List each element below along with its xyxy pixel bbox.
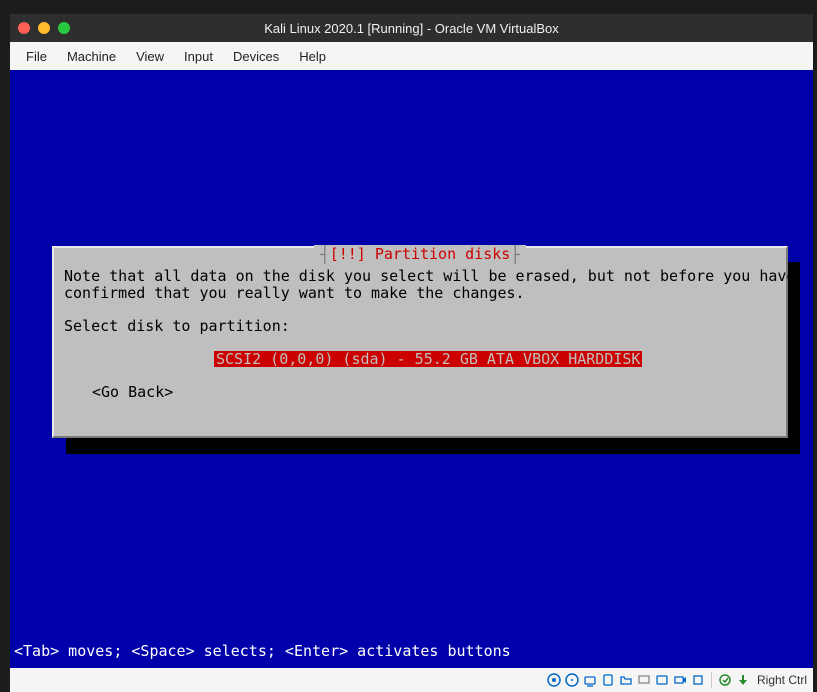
blank-line-1 [64,301,776,318]
shared-folder-icon[interactable] [618,672,634,688]
note-line-2: confirmed that you really want to make t… [64,285,776,302]
close-icon[interactable] [18,22,30,34]
menu-devices[interactable]: Devices [225,45,287,68]
window-title: Kali Linux 2020.1 [Running] - Oracle VM … [10,21,813,36]
prompt-line: Select disk to partition: [64,318,776,335]
window-controls [18,22,70,34]
blank-line-2 [64,334,776,351]
virtualbox-window: Kali Linux 2020.1 [Running] - Oracle VM … [10,14,813,692]
usb-icon[interactable] [600,672,616,688]
dialog-body: Note that all data on the disk you selec… [64,268,776,400]
menu-help[interactable]: Help [291,45,334,68]
menu-bar: File Machine View Input Devices Help [10,42,813,70]
network-icon[interactable] [582,672,598,688]
menu-input[interactable]: Input [176,45,221,68]
disk-option-row: SCSI2 (0,0,0) (sda) - 55.2 GB ATA VBOX H… [64,351,776,368]
maximize-icon[interactable] [58,22,70,34]
dialog-title-row: ┤ [!!] Partition disks ├ [54,246,786,262]
blank-line-3 [64,367,776,384]
minimize-icon[interactable] [38,22,50,34]
mouse-integration-icon[interactable] [717,672,733,688]
hint-bar: <Tab> moves; <Space> selects; <Enter> ac… [10,640,813,668]
hard-disk-icon[interactable] [546,672,562,688]
keyboard-icon[interactable] [735,672,751,688]
go-back-button[interactable]: <Go Back> [92,384,776,401]
menu-view[interactable]: View [128,45,172,68]
vm-display[interactable]: ┤ [!!] Partition disks ├ Note that all d… [10,70,813,668]
note-line-1: Note that all data on the disk you selec… [64,268,776,285]
statusbar-separator [711,672,712,688]
host-key-label: Right Ctrl [757,673,807,687]
recording-icon[interactable] [672,672,688,688]
status-bar: Right Ctrl [10,668,813,692]
dialog-title: [!!] Partition disks [330,245,511,264]
optical-drive-icon[interactable] [564,672,580,688]
dash-right: ├ [510,245,520,264]
cpu-icon[interactable] [690,672,706,688]
dash-left: ┤ [320,245,330,264]
menu-machine[interactable]: Machine [59,45,124,68]
disk-option[interactable]: SCSI2 (0,0,0) (sda) - 55.2 GB ATA VBOX H… [214,351,642,368]
display-icon[interactable] [636,672,652,688]
window-titlebar: Kali Linux 2020.1 [Running] - Oracle VM … [10,14,813,42]
audio-icon[interactable] [654,672,670,688]
partition-dialog: ┤ [!!] Partition disks ├ Note that all d… [52,246,788,438]
menu-file[interactable]: File [18,45,55,68]
